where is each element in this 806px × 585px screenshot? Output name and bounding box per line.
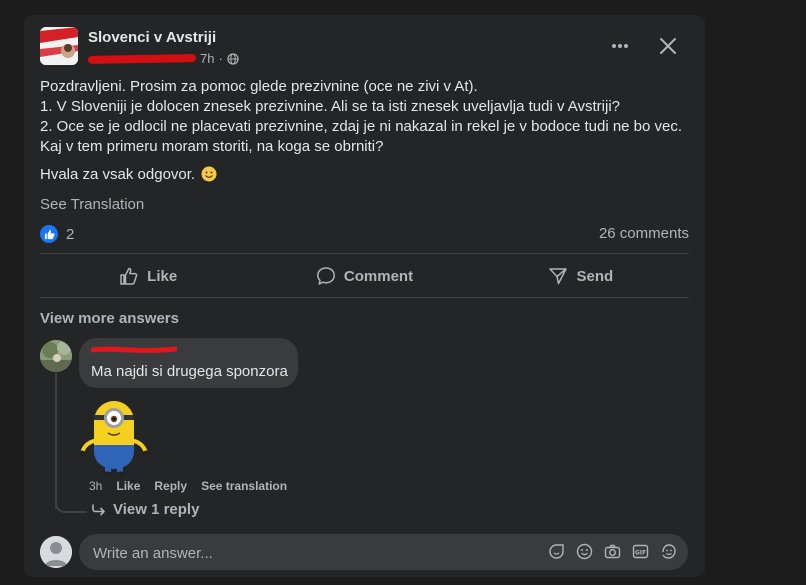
post-line: 1. V Sloveniji je dolocen znesek prezivn… xyxy=(40,98,621,115)
gif-icon[interactable]: GIF xyxy=(631,542,650,561)
divider xyxy=(40,253,689,254)
post-body: Pozdravljeni. Prosim za pomoc glede prez… xyxy=(40,77,689,185)
see-translation-link[interactable]: See Translation xyxy=(40,196,144,213)
comment-time[interactable]: 3h xyxy=(89,479,102,493)
comment-like-button[interactable]: Like xyxy=(116,479,140,493)
current-user-avatar[interactable] xyxy=(40,536,72,568)
post-line: Kaj v tem primeru moram storiti, na koga… xyxy=(40,138,384,155)
redacted-commenter-name xyxy=(91,346,177,353)
post-time[interactable]: 7h xyxy=(200,51,214,66)
comment-text: Ma najdi si drugega sponzora xyxy=(91,363,288,380)
post-card: Slovenci v Avstriji 7h · Pozdravljeni. P… xyxy=(24,15,705,577)
comment-button[interactable]: Comment xyxy=(256,256,472,296)
comment-actions: 3h Like Reply See translation xyxy=(89,479,287,493)
post-line: Pozdravljeni. Prosim za pomoc glede prez… xyxy=(40,78,478,95)
emoji-icon[interactable] xyxy=(575,542,594,561)
send-icon xyxy=(549,268,568,285)
group-name[interactable]: Slovenci v Avstriji xyxy=(88,29,216,46)
sticker-icon[interactable] xyxy=(547,542,566,561)
redacted-author xyxy=(87,53,197,64)
view-reply-link[interactable]: View 1 reply xyxy=(91,501,199,518)
comment-input[interactable] xyxy=(91,534,535,572)
comment-icon xyxy=(316,267,335,285)
post-stats: 2 26 comments xyxy=(40,225,689,245)
send-button[interactable]: Send xyxy=(473,256,689,296)
close-icon[interactable] xyxy=(655,33,681,59)
post-thanks: Hvala za vsak odgovor. xyxy=(40,165,689,185)
view-more-answers[interactable]: View more answers xyxy=(40,310,179,327)
header-actions xyxy=(607,33,681,59)
composer-icons: GIF xyxy=(547,542,678,561)
group-avatar[interactable] xyxy=(40,27,78,65)
commenter-avatar[interactable] xyxy=(40,340,72,372)
svg-text:GIF: GIF xyxy=(635,549,646,556)
more-options-icon[interactable] xyxy=(607,33,633,59)
like-button[interactable]: Like xyxy=(40,256,256,296)
globe-icon xyxy=(227,52,239,65)
comment-reply-button[interactable]: Reply xyxy=(154,479,187,493)
thread-curve xyxy=(55,485,87,513)
post-actions: Like Comment Send xyxy=(40,256,689,296)
comments-count[interactable]: 26 comments xyxy=(599,225,689,242)
camera-icon[interactable] xyxy=(603,542,622,561)
minion-sticker[interactable] xyxy=(78,395,150,477)
reactions[interactable]: 2 xyxy=(40,225,74,243)
like-reaction-icon xyxy=(40,225,58,243)
like-count: 2 xyxy=(66,225,75,243)
comment-composer: GIF xyxy=(79,534,688,572)
thumbs-up-icon xyxy=(120,267,138,285)
comment-bubble: Ma najdi si drugega sponzora xyxy=(79,338,298,388)
divider xyxy=(40,297,689,298)
post-header: Slovenci v Avstriji 7h · xyxy=(40,27,689,71)
post-meta: 7h · xyxy=(87,51,239,66)
reply-arrow-icon xyxy=(92,503,105,515)
post-line: 2. Oce se je odlocil ne placevati preziv… xyxy=(40,118,683,135)
smile-emoji-icon xyxy=(201,166,217,182)
avatar-sticker-icon[interactable] xyxy=(659,542,678,561)
comment-see-translation[interactable]: See translation xyxy=(201,479,287,493)
